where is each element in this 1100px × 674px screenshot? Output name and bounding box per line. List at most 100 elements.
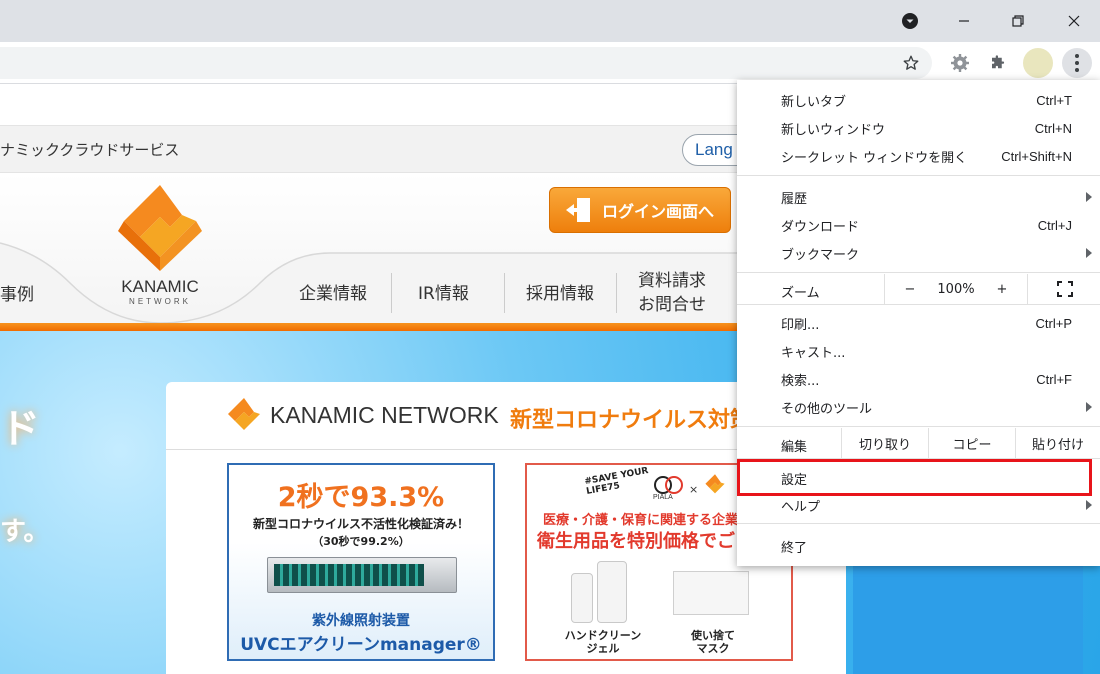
restore-button[interactable] xyxy=(991,0,1045,42)
close-window-button[interactable] xyxy=(1047,0,1100,42)
edit-label: 編集 xyxy=(781,440,808,455)
uvc-subtitle: 新型コロナウイルス不活性化検証済み！ xyxy=(252,517,469,531)
login-button[interactable]: ログイン画面へ xyxy=(549,187,731,233)
menu-item-label: 印刷... xyxy=(781,317,820,333)
gel-caption: ハンドクリーン ジェル xyxy=(557,629,649,655)
submenu-arrow-icon xyxy=(1086,500,1092,510)
menu-item-history[interactable]: 履歴 xyxy=(737,183,1100,211)
uvc-product-name: UVCエアクリーンmanager® xyxy=(240,635,482,655)
minimize-button[interactable] xyxy=(937,0,991,42)
uvc-banner[interactable]: 2秒で93.3% 新型コロナウイルス不活性化検証済み！ （30秒で99.2%） … xyxy=(227,463,495,661)
uvc-subtitle-note: （30秒で99.2%） xyxy=(312,535,410,548)
gel-caption-line2: ジェル xyxy=(586,642,620,655)
mask-caption-line1: 使い捨て xyxy=(691,629,735,642)
fullscreen-button[interactable] xyxy=(1029,274,1100,304)
address-bar[interactable] xyxy=(0,47,932,79)
menu-item-shortcut: Ctrl+J xyxy=(1037,217,1072,233)
piala-logo-icon xyxy=(654,476,683,494)
settings-highlight-box xyxy=(737,459,1092,496)
menu-item-label: その他のツール xyxy=(781,401,873,417)
menu-item-shortcut: Ctrl+Shift+N xyxy=(1001,148,1072,164)
submenu-arrow-icon xyxy=(1086,248,1092,258)
login-button-label: ログイン画面へ xyxy=(602,202,715,221)
menu-item-new-tab[interactable]: 新しいタブ Ctrl+T xyxy=(737,86,1100,114)
restore-icon xyxy=(1012,15,1024,27)
zoom-out-button[interactable]: − xyxy=(887,274,933,304)
close-icon xyxy=(1068,15,1080,27)
nav-divider xyxy=(391,273,392,313)
nav-item-contact[interactable]: 資料請求 お問合せ xyxy=(638,269,706,317)
menu-separator xyxy=(737,523,1100,524)
chrome-menu-button[interactable] xyxy=(1062,48,1092,78)
menu-item-label: 終了 xyxy=(781,540,808,556)
gear-icon xyxy=(951,54,969,72)
zoom-in-button[interactable]: + xyxy=(979,274,1025,304)
cut-button[interactable]: 切り取り xyxy=(842,428,928,458)
kanamic-logo[interactable]: KANAMIC NETWORK xyxy=(110,181,210,311)
kebab-dot-icon xyxy=(1075,54,1079,58)
nav-divider xyxy=(504,273,505,313)
zoom-label: ズーム xyxy=(781,286,820,301)
paste-button[interactable]: 貼り付け xyxy=(1016,428,1100,458)
uvc-device-image xyxy=(267,557,457,593)
nav-item-cases[interactable]: 事例 xyxy=(0,280,34,305)
kanamic-small-logo-icon xyxy=(228,398,260,430)
menu-item-exit[interactable]: 終了 xyxy=(737,532,1100,560)
gel-bottle-image xyxy=(597,561,627,623)
uvc-product-type: 紫外線照射装置 xyxy=(312,613,410,629)
nav-divider xyxy=(616,273,617,313)
piala-label: PIALA xyxy=(653,494,673,501)
menu-item-shortcut: Ctrl+P xyxy=(1035,315,1072,331)
menu-separator xyxy=(737,175,1100,176)
menu-item-label: ダウンロード xyxy=(781,219,860,235)
menu-item-label: キャスト... xyxy=(781,345,846,361)
menu-item-find[interactable]: 検索... Ctrl+F xyxy=(737,365,1100,393)
menu-item-shortcut: Ctrl+F xyxy=(1036,371,1072,387)
menu-item-print[interactable]: 印刷... Ctrl+P xyxy=(737,309,1100,337)
nav-item-recruit[interactable]: 採用情報 xyxy=(526,279,594,304)
puzzle-piece-icon xyxy=(992,55,1005,69)
uvc-device-lamp xyxy=(274,564,424,586)
menu-edit-row: 編集 切り取り コピー 貼り付け xyxy=(737,428,1100,458)
gel-bottle-image xyxy=(571,573,593,623)
kebab-dot-icon xyxy=(1075,68,1079,72)
tab-search-button[interactable] xyxy=(883,0,937,42)
nav-item-ir[interactable]: IR情報 xyxy=(418,279,469,304)
panel-title: 新型コロナウイルス対策 xyxy=(510,408,753,433)
menu-separator xyxy=(737,272,1100,273)
menu-item-new-window[interactable]: 新しいウィンドウ Ctrl+N xyxy=(737,114,1100,142)
bookmark-star-button[interactable] xyxy=(898,50,924,76)
kanamic-logo-mark-icon xyxy=(118,185,202,271)
menu-item-cast[interactable]: キャスト... xyxy=(737,337,1100,365)
menu-item-shortcut: Ctrl+T xyxy=(1036,92,1072,108)
fullscreen-icon xyxy=(1056,281,1073,297)
login-door-icon xyxy=(566,198,590,222)
menu-zoom-row: ズーム − 100% + xyxy=(737,274,1100,304)
mask-caption: 使い捨て マスク xyxy=(675,629,751,655)
hero-heading-fragment: ド xyxy=(0,406,40,452)
logo-name: KANAMIC xyxy=(121,277,199,296)
hygiene-headline-2: 衛生用品を特別価格でご xyxy=(537,531,735,552)
hero-blue-panel xyxy=(853,556,1083,674)
copy-button[interactable]: コピー xyxy=(929,428,1015,458)
menu-item-bookmarks[interactable]: ブックマーク xyxy=(737,239,1100,267)
menu-item-incognito-window[interactable]: シークレット ウィンドウを開く Ctrl+Shift+N xyxy=(737,142,1100,170)
profile-avatar[interactable] xyxy=(1023,48,1053,78)
gel-caption-line1: ハンドクリーン xyxy=(564,629,642,642)
menu-item-label: ヘルプ xyxy=(781,499,821,515)
submenu-arrow-icon xyxy=(1086,402,1092,412)
menu-item-downloads[interactable]: ダウンロード Ctrl+J xyxy=(737,211,1100,239)
mask-box-image xyxy=(673,571,749,615)
extension-gear-button[interactable] xyxy=(947,50,973,76)
zoom-divider xyxy=(1027,274,1028,304)
zoom-divider xyxy=(884,274,885,304)
menu-separator xyxy=(737,426,1100,427)
collab-x-mark: × xyxy=(689,483,699,496)
menu-item-more-tools[interactable]: その他のツール xyxy=(737,393,1100,421)
nav-item-company[interactable]: 企業情報 xyxy=(299,279,367,304)
extensions-button[interactable] xyxy=(985,50,1011,76)
menu-item-label: シークレット ウィンドウを開く xyxy=(781,150,968,166)
menu-item-label: 新しいタブ xyxy=(781,94,847,110)
kanamic-small-logo-icon xyxy=(705,474,725,494)
hygiene-headline-1: 医療・介護・保育に関連する企業 xyxy=(543,513,739,528)
